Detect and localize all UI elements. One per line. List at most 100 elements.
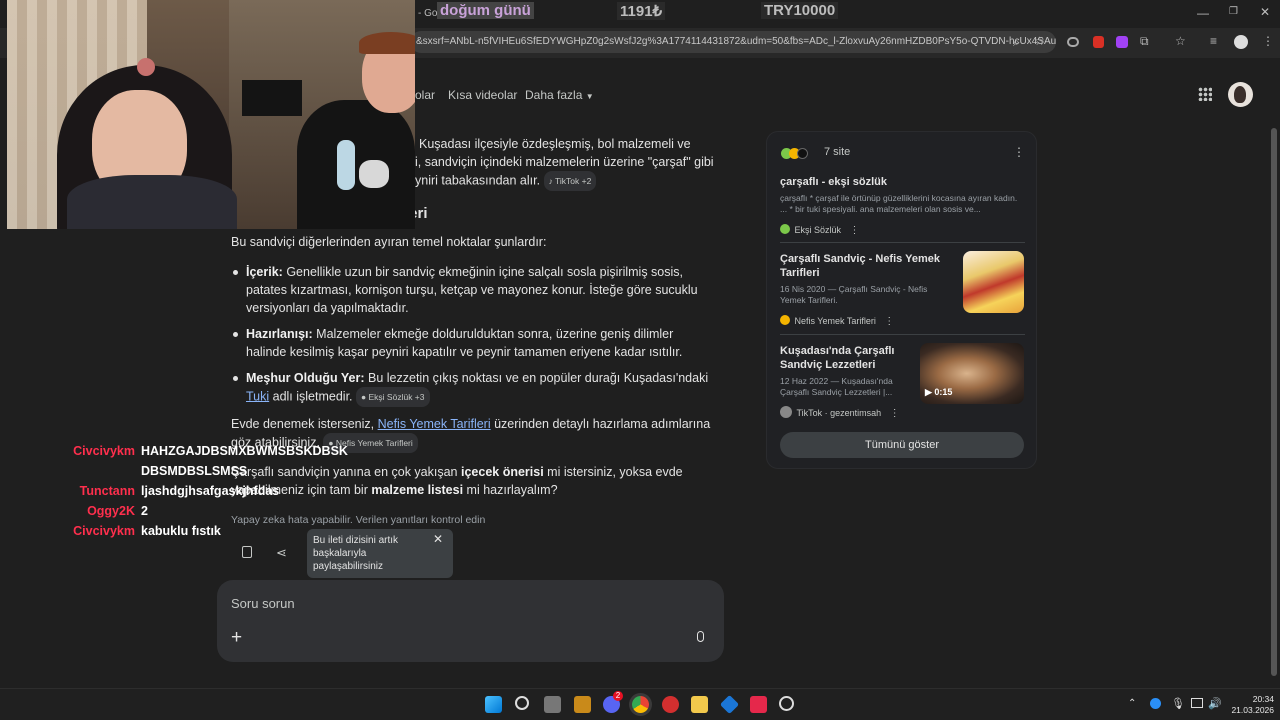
sources-menu-icon[interactable]: ⋮ [1013, 145, 1025, 159]
menu-dots-icon[interactable]: ⋮ [1262, 34, 1274, 48]
source-nefis-site: Nefis Yemek Tarifleri [794, 316, 876, 326]
microphone-icon[interactable] [697, 631, 704, 642]
hair-accessory [137, 58, 155, 76]
chat-username: Tunctann [79, 484, 135, 498]
tiktok-video-thumbnail[interactable]: ▶ 0:15 [920, 343, 1024, 404]
microphone-prop [337, 140, 355, 190]
source-nefis-title[interactable]: Çarşaflı Sandviç - Nefis Yemek Tarifleri [780, 252, 940, 280]
ask-input-placeholder: Soru sorun [231, 596, 295, 611]
source-nefis-snippet: 16 Nis 2020 — Çarşaflı Sandviç - Nefis Y… [780, 284, 928, 305]
reading-list-icon[interactable]: ☆ [1175, 34, 1186, 48]
minimize-icon[interactable]: — [1197, 6, 1209, 20]
tiktok-favicon-icon [797, 148, 808, 159]
google-apps-icon[interactable] [1198, 87, 1212, 101]
tooltip-close-icon[interactable]: ✕ [433, 533, 443, 546]
sources-count: 7 site [824, 146, 851, 158]
source-nefis-menu-icon[interactable]: ⋮ [884, 316, 894, 327]
task-view-icon[interactable] [544, 696, 561, 713]
nefis-sandwich-thumbnail[interactable] [963, 251, 1024, 313]
tray-display-icon[interactable] [1191, 698, 1203, 708]
add-attachment-icon[interactable]: + [231, 627, 242, 649]
show-all-button[interactable]: Tümünü göster [780, 432, 1024, 458]
intro-line-3: yniri tabakasından alır. [415, 173, 541, 188]
nefis-link[interactable]: Nefis Yemek Tarifleri [378, 417, 491, 431]
discord-icon[interactable]: 2 [603, 691, 623, 713]
windows-taskbar: 2 ⌃ 🎙 🔊 20:34 21.03.2026 [0, 688, 1280, 720]
followup-list: malzeme listesi [371, 483, 464, 497]
tray-app-icon[interactable] [1150, 698, 1161, 709]
bullet-ingredients-text: Genellikle uzun bir sandviç ekmeğinin iç… [246, 265, 698, 315]
chat-username: Civcivykm [73, 444, 135, 458]
tiktok-chip-label: TikTok +2 [555, 176, 592, 186]
tiktok-source-chip[interactable]: ♪ TikTok +2 [543, 171, 597, 191]
chevron-down-icon: ▼ [585, 92, 594, 101]
chat-text: kabuklu fıstık [141, 524, 221, 538]
zoom-icon[interactable]: ⌕ [1013, 35, 1020, 50]
obs-icon[interactable] [779, 696, 794, 711]
intro-line-2: i, sandviçin içindeki malzemelerin üzeri… [415, 155, 714, 169]
chat-message: Tunctann ljashdgjhsafgaskjhfdas [0, 481, 348, 501]
source-card-tiktok[interactable]: Kuşadası'nda Çarşaflı Sandviç Lezzetleri… [780, 344, 915, 421]
search-icon[interactable] [515, 696, 529, 710]
close-window-icon[interactable]: ✕ [1260, 5, 1270, 19]
url-field[interactable]: &sxsrf=ANbL-n5fVIHEu6SfEDYWGHpZ0g2sWsfJ2… [410, 31, 1056, 53]
extension-red-icon[interactable] [1093, 36, 1104, 48]
nav-tab-more-label: Daha fazla [525, 88, 583, 102]
source-card-eksi[interactable]: çarşaflı - ekşi sözlük çarşaflı * çarşaf… [780, 175, 1025, 238]
ask-input-box[interactable]: Soru sorun + [217, 580, 724, 662]
discord-badge: 2 [613, 691, 623, 701]
bullet-ingredients: İçerik: Genellikle uzun bir sandviç ekme… [231, 263, 711, 317]
url-text: &sxsrf=ANbL-n5fVIHEu6SfEDYWGHpZ0g2sWsfJ2… [416, 36, 1056, 47]
chat-message: Civcivykm kabuklu fıstık [0, 521, 348, 541]
chat-text: HAHZGAJDBSMXBWMSBSKDBSK [141, 444, 348, 458]
chat-message: Oggy2K 2 [0, 501, 348, 521]
source-tiktok-title[interactable]: Kuşadası'nda Çarşaflı Sandviç Lezzetleri [780, 344, 915, 372]
extension-glasses-icon[interactable] [1067, 37, 1079, 47]
restore-icon[interactable]: ❐ [1229, 6, 1238, 17]
share-icon[interactable]: ⋖ [276, 545, 287, 561]
nav-tab-short-videos[interactable]: Kısa videolar [448, 88, 517, 102]
chat-text: 2 [141, 504, 148, 518]
bullet-famous-tail: adlı işletmedir. [269, 389, 353, 404]
download-app-icon[interactable] [574, 696, 591, 713]
webcam-tv [242, 80, 302, 116]
tuki-link[interactable]: Tuki [246, 389, 269, 403]
red-app-icon[interactable] [662, 696, 679, 713]
file-explorer-icon[interactable] [691, 696, 708, 713]
source-eksi-title[interactable]: çarşaflı - ekşi sözlük [780, 175, 1025, 189]
clock-date: 21.03.2026 [1231, 705, 1274, 715]
copy-icon[interactable] [242, 546, 252, 558]
account-avatar[interactable] [1228, 82, 1253, 107]
source-card-nefis[interactable]: Çarşaflı Sandviç - Nefis Yemek Tarifleri… [780, 252, 940, 329]
source-eksi-snippet: çarşaflı * çarşaf ile örtünüp güzellikle… [780, 193, 1018, 214]
tray-mic-icon[interactable]: 🎙 [1171, 697, 1185, 710]
tray-clock[interactable]: 20:34 21.03.2026 [1222, 694, 1274, 716]
chat-message: DBSMDBSLSMSS [0, 461, 348, 481]
answer-bullets: İçerik: Genellikle uzun bir sandviç ekme… [231, 263, 711, 407]
nav-tab-videos-fragment[interactable]: olar [415, 88, 435, 102]
eksi-source-chip[interactable]: ● Ekşi Sözlük +3 [356, 387, 430, 407]
blue-app-icon[interactable] [719, 694, 740, 715]
extension-purple-icon[interactable] [1116, 36, 1128, 48]
source-tiktok-menu-icon[interactable]: ⋮ [890, 408, 900, 419]
tray-chevron-up-icon[interactable]: ⌃ [1128, 698, 1136, 709]
streamer-man-hair [359, 32, 415, 54]
profile-avatar-icon[interactable] [1234, 35, 1248, 49]
chat-text: ljashdgjhsafgaskjhfdas [141, 484, 280, 498]
source-eksi-menu-icon[interactable]: ⋮ [849, 225, 859, 236]
webcam-overlay [7, 0, 415, 229]
chrome-icon[interactable] [632, 696, 649, 713]
bookmark-star-icon[interactable]: ☆ [1034, 34, 1045, 48]
nav-tab-more[interactable]: Daha fazla ▼ [525, 88, 594, 102]
source-tiktok-site: TikTok · gezentimsah [796, 408, 882, 418]
start-icon[interactable] [485, 696, 502, 713]
pink-app-icon[interactable] [750, 696, 767, 713]
video-duration: ▶ 0:15 [925, 387, 953, 397]
tab-search-icon[interactable]: ≡ [1210, 34, 1217, 48]
bullet-preparation: Hazırlanışı: Malzemeler ekmeğe dolduruld… [231, 325, 711, 361]
extensions-puzzle-icon[interactable]: ⧉ [1140, 34, 1149, 49]
page-scrollbar-thumb[interactable] [1271, 128, 1277, 676]
tray-volume-icon[interactable]: 🔊 [1208, 697, 1222, 710]
video-duration-text: 0:15 [934, 387, 953, 397]
sources-panel: 7 site ⋮ çarşaflı - ekşi sözlük çarşaflı… [766, 131, 1037, 469]
